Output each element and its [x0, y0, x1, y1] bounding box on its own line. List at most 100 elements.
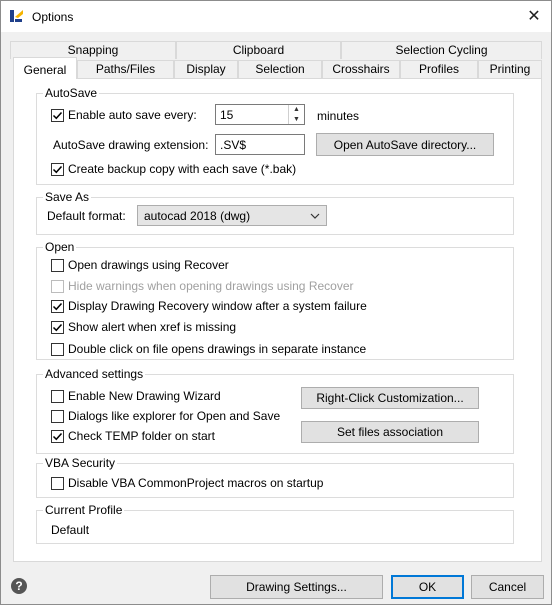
window-title: Options	[32, 10, 74, 24]
tab-profiles[interactable]: Profiles	[400, 60, 478, 78]
checkbox-label: Check TEMP folder on start	[68, 429, 215, 443]
checkbox-label: Double click on file opens drawings in s…	[68, 342, 367, 356]
drawing-settings-button[interactable]: Drawing Settings...	[210, 575, 383, 599]
double-click-separate-instance-checkbox[interactable]: Double click on file opens drawings in s…	[51, 342, 366, 356]
button-label: Open AutoSave directory...	[333, 137, 477, 152]
autosave-extension-value: .SV$	[220, 137, 247, 152]
tab-label: Printing	[489, 62, 531, 76]
default-format-label: Default format:	[47, 209, 126, 223]
checkmark-icon	[52, 302, 63, 310]
button-label: Set files association	[336, 425, 444, 439]
advanced-settings-group-label: Advanced settings	[43, 367, 146, 381]
right-click-customization-button[interactable]: Right-Click Customization...	[301, 387, 479, 409]
tab-label: Paths/Files	[95, 62, 156, 76]
checkbox-label: Display Drawing Recovery window after a …	[68, 299, 367, 313]
spin-down-icon[interactable]: ▼	[289, 115, 304, 125]
button-label: Cancel	[488, 580, 527, 594]
hide-warnings-recover-checkbox: Hide warnings when opening drawings usin…	[51, 279, 354, 293]
autosave-group: AutoSave Enable auto save every: 15 ▲ ▼ …	[36, 86, 514, 185]
create-backup-checkbox[interactable]: Create backup copy with each save (*.bak…	[51, 162, 296, 176]
checkmark-icon	[52, 323, 63, 331]
tab-row-lower: General Paths/Files Display Selection Cr…	[13, 57, 542, 79]
button-label: Drawing Settings...	[246, 580, 347, 594]
checkbox-box	[51, 258, 64, 272]
open-autosave-directory-button[interactable]: Open AutoSave directory...	[316, 133, 494, 156]
current-profile-value: Default	[51, 523, 90, 537]
open-group-label: Open	[43, 240, 77, 254]
general-tab-panel: AutoSave Enable auto save every: 15 ▲ ▼ …	[13, 78, 542, 562]
tab-clipboard[interactable]: Clipboard	[176, 41, 341, 59]
tab-general[interactable]: General	[13, 57, 77, 79]
tab-selection[interactable]: Selection	[238, 60, 322, 78]
checkbox-label: Show alert when xref is missing	[68, 320, 237, 334]
enable-autosave-checkbox[interactable]: Enable auto save every:	[51, 108, 197, 122]
tab-label: Snapping	[67, 43, 119, 57]
tab-row-upper: Snapping Clipboard Selection Cycling	[10, 41, 542, 59]
autosave-interval-value: 15	[220, 107, 234, 122]
help-icon[interactable]: ?	[11, 578, 27, 594]
advanced-settings-group: Advanced settings Enable New Drawing Wiz…	[36, 367, 514, 454]
disable-vba-macros-checkbox[interactable]: Disable VBA CommonProject macros on star…	[51, 476, 323, 490]
tab-printing[interactable]: Printing	[478, 60, 542, 78]
tab-display[interactable]: Display	[174, 60, 238, 78]
explorer-dialogs-checkbox[interactable]: Dialogs like explorer for Open and Save	[51, 409, 280, 423]
options-dialog: Options ✕ Snapping Clipboard Selection C…	[0, 0, 552, 605]
extension-label: AutoSave drawing extension:	[53, 138, 209, 152]
tab-paths-files[interactable]: Paths/Files	[77, 60, 174, 78]
create-backup-label: Create backup copy with each save (*.bak…	[68, 162, 297, 176]
autosave-interval-input[interactable]: 15 ▲ ▼	[215, 104, 305, 125]
checkbox-box	[51, 429, 64, 443]
open-using-recover-checkbox[interactable]: Open drawings using Recover	[51, 258, 229, 272]
checkbox-label: Open drawings using Recover	[68, 258, 229, 272]
chevron-down-icon	[310, 210, 320, 224]
checkbox-box	[51, 476, 64, 490]
vba-security-group: VBA Security Disable VBA CommonProject m…	[36, 456, 514, 498]
default-format-value: autocad 2018 (dwg)	[144, 208, 251, 223]
checkmark-icon	[52, 111, 63, 119]
tab-label: Crosshairs	[332, 62, 390, 76]
checkbox-box	[51, 320, 64, 334]
button-label: OK	[418, 580, 437, 594]
current-profile-group: Current Profile Default	[36, 503, 514, 544]
display-recovery-window-checkbox[interactable]: Display Drawing Recovery window after a …	[51, 299, 367, 313]
checkbox-box	[51, 162, 64, 176]
cancel-button[interactable]: Cancel	[471, 575, 544, 599]
app-logo-icon	[9, 8, 25, 24]
save-as-group: Save As Default format: autocad 2018 (dw…	[36, 190, 514, 235]
ok-button[interactable]: OK	[391, 575, 464, 599]
save-as-group-label: Save As	[43, 190, 92, 204]
tab-crosshairs[interactable]: Crosshairs	[322, 60, 400, 78]
checkbox-box	[51, 342, 64, 356]
tab-label: General	[23, 63, 67, 77]
button-label: Right-Click Customization...	[316, 391, 464, 405]
set-files-association-button[interactable]: Set files association	[301, 421, 479, 443]
checkbox-label: Enable New Drawing Wizard	[68, 389, 221, 403]
checkmark-icon	[52, 165, 63, 173]
show-xref-alert-checkbox[interactable]: Show alert when xref is missing	[51, 320, 236, 334]
checkbox-box	[51, 108, 64, 122]
close-button[interactable]: ✕	[517, 1, 551, 31]
vba-security-group-label: VBA Security	[43, 456, 118, 470]
enable-autosave-label: Enable auto save every:	[68, 108, 197, 122]
default-format-dropdown[interactable]: autocad 2018 (dwg)	[137, 205, 327, 226]
check-temp-folder-checkbox[interactable]: Check TEMP folder on start	[51, 429, 215, 443]
close-icon: ✕	[527, 8, 541, 25]
checkbox-label: Dialogs like explorer for Open and Save	[68, 409, 281, 423]
interval-spinner[interactable]: ▲ ▼	[288, 105, 304, 124]
current-profile-group-label: Current Profile	[43, 503, 125, 517]
tab-label: Clipboard	[232, 43, 285, 57]
tab-selection-cycling[interactable]: Selection Cycling	[341, 41, 542, 59]
tab-label: Selection	[255, 62, 305, 76]
autosave-group-label: AutoSave	[43, 86, 100, 100]
enable-new-drawing-wizard-checkbox[interactable]: Enable New Drawing Wizard	[51, 389, 221, 403]
spin-up-icon[interactable]: ▲	[289, 105, 304, 115]
open-group: Open Open drawings using Recover Hide wa…	[36, 240, 514, 360]
checkbox-box	[51, 389, 64, 403]
checkbox-box	[51, 299, 64, 313]
checkbox-box	[51, 409, 64, 423]
title-bar: Options ✕	[1, 1, 551, 32]
interval-unit-label: minutes	[317, 109, 360, 123]
checkbox-box	[51, 279, 64, 293]
checkbox-label: Disable VBA CommonProject macros on star…	[68, 476, 324, 490]
autosave-extension-input[interactable]: .SV$	[215, 134, 305, 155]
